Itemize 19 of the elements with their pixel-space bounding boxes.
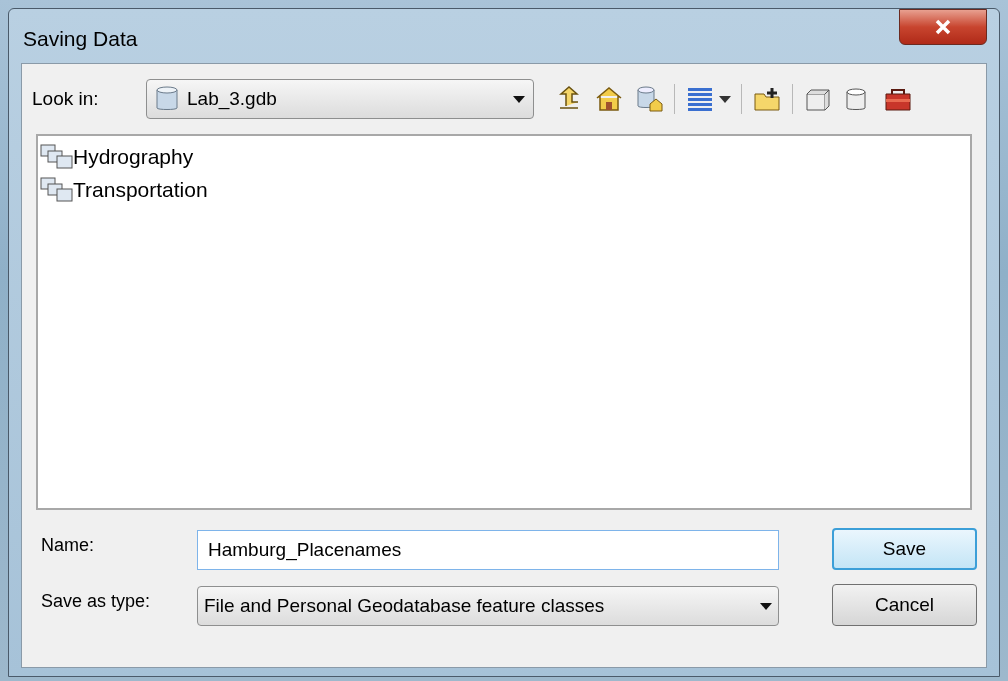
list-item[interactable]: Transportation xyxy=(40,173,970,206)
look-in-label: Look in: xyxy=(32,86,100,111)
feature-dataset-icon xyxy=(40,143,74,170)
look-in-dropdown[interactable]: Lab_3.gdb xyxy=(146,79,534,119)
database-icon xyxy=(155,86,179,112)
dropdown-caret-icon xyxy=(513,95,525,103)
look-in-value: Lab_3.gdb xyxy=(187,86,278,112)
feature-dataset-icon xyxy=(40,176,74,203)
dialog-button[interactable]: Save xyxy=(832,528,977,570)
dropdown-caret-icon xyxy=(760,602,772,610)
save-as-type-dropdown[interactable]: File and Personal Geodatabase feature classes xyxy=(197,586,779,626)
window-title: Saving Data xyxy=(23,26,138,52)
list-item[interactable]: Hydrography xyxy=(40,140,970,173)
name-field[interactable]: Hamburg_Placenames xyxy=(197,530,779,570)
dialog-button[interactable]: Cancel xyxy=(832,584,977,626)
save-as-type-label: Save as type: xyxy=(40,589,152,613)
close-icon xyxy=(935,19,951,35)
name-label: Name: xyxy=(40,533,95,557)
close-button[interactable] xyxy=(899,9,987,45)
